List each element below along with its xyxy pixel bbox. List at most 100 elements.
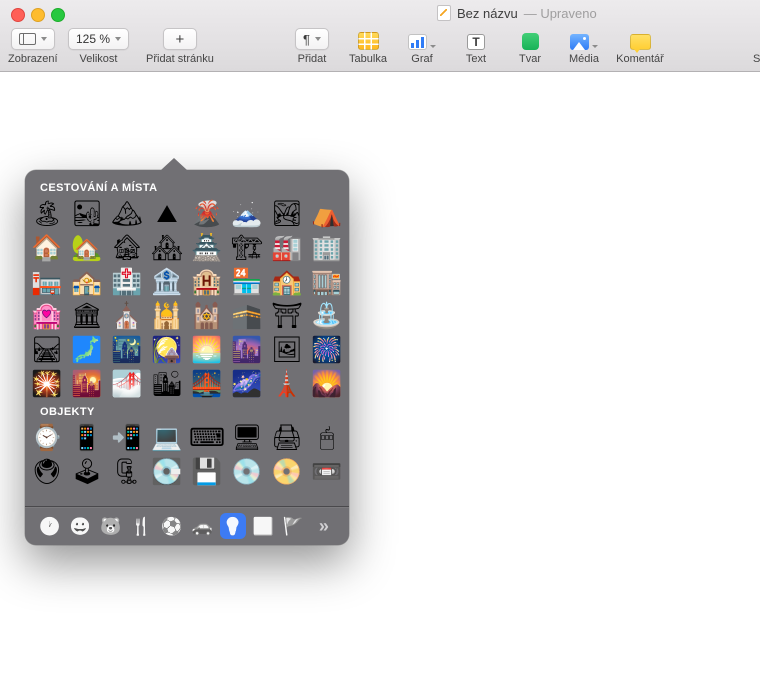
minimize-button[interactable] bbox=[31, 8, 45, 22]
emoji-cell[interactable]: 🌉 bbox=[187, 367, 227, 401]
objects-category-icon[interactable]: 💡 bbox=[220, 513, 246, 539]
emoji-cell[interactable]: 🏝 bbox=[27, 197, 67, 231]
emoji-cell[interactable]: 🏗 bbox=[227, 231, 267, 265]
emoji-cell[interactable]: 🎑 bbox=[147, 333, 187, 367]
emoji-cell[interactable]: 🖱 bbox=[307, 421, 347, 455]
emoji-cell[interactable]: 🏫 bbox=[267, 265, 307, 299]
emoji-cell[interactable]: 🗾 bbox=[67, 333, 107, 367]
recents-category-icon[interactable]: 🕐 bbox=[37, 513, 63, 539]
symbols-category-icon[interactable]: 🔣 bbox=[250, 513, 276, 539]
emoji-cell[interactable]: 🏯 bbox=[187, 231, 227, 265]
emoji-cell[interactable]: 🕌 bbox=[147, 299, 187, 333]
emoji-cell[interactable]: 🕋 bbox=[227, 299, 267, 333]
emoji-cell[interactable]: ⌚ bbox=[27, 421, 67, 455]
emoji-cell[interactable]: 🗜 bbox=[107, 455, 147, 489]
emoji-cell[interactable]: 🏢 bbox=[307, 231, 347, 265]
emoji-cell[interactable]: 📼 bbox=[307, 455, 347, 489]
emoji-cell[interactable]: 🏬 bbox=[307, 265, 347, 299]
emoji-cell[interactable]: 🏨 bbox=[187, 265, 227, 299]
emoji-cell[interactable]: 🏔 bbox=[107, 197, 147, 231]
emoji-cell[interactable]: 💻 bbox=[147, 421, 187, 455]
chart-button[interactable]: Graf bbox=[402, 28, 442, 65]
emoji-cell[interactable]: 🏭 bbox=[267, 231, 307, 265]
emoji-cell[interactable]: 🖨 bbox=[267, 421, 307, 455]
emoji-cell[interactable]: 🛤 bbox=[27, 333, 67, 367]
emoji-cell[interactable]: ⛩ bbox=[267, 299, 307, 333]
emoji-cell[interactable]: 🏦 bbox=[147, 265, 187, 299]
emoji-cell[interactable]: 🏣 bbox=[27, 265, 67, 299]
media-button[interactable]: Média bbox=[562, 28, 606, 65]
emoji-cell[interactable]: 📲 bbox=[107, 421, 147, 455]
emoji-section-title: OBJEKTY bbox=[27, 401, 347, 421]
shape-icon bbox=[522, 33, 539, 50]
smileys-glyph: 😀 bbox=[70, 518, 91, 535]
emoji-cell[interactable]: ⛰ bbox=[147, 197, 187, 231]
emoji-cell[interactable]: ⛪ bbox=[107, 299, 147, 333]
food-glyph: 🍴 bbox=[131, 518, 152, 535]
emoji-cell[interactable]: ⛲ bbox=[307, 299, 347, 333]
emoji-cell[interactable]: 🗻 bbox=[227, 197, 267, 231]
zoom-window-button[interactable] bbox=[51, 8, 65, 22]
chart-label: Graf bbox=[411, 53, 432, 65]
emoji-cell[interactable]: 🏘 bbox=[147, 231, 187, 265]
emoji-cell[interactable]: ⌨ bbox=[187, 421, 227, 455]
emoji-cell[interactable]: 🌆 bbox=[227, 333, 267, 367]
emoji-cell[interactable]: 🌋 bbox=[187, 197, 227, 231]
emoji-cell[interactable]: 🏞 bbox=[267, 197, 307, 231]
view-button[interactable]: Zobrazení bbox=[8, 28, 58, 65]
smileys-category-icon[interactable]: 😀 bbox=[67, 513, 93, 539]
emoji-cell[interactable]: 🌁 bbox=[107, 367, 147, 401]
activity-category-icon[interactable]: ⚽ bbox=[159, 513, 185, 539]
emoji-cell[interactable]: 💿 bbox=[227, 455, 267, 489]
food-category-icon[interactable]: 🍴 bbox=[128, 513, 154, 539]
emoji-cell[interactable]: 🏪 bbox=[227, 265, 267, 299]
emoji-cell[interactable]: 💽 bbox=[147, 455, 187, 489]
emoji-cell[interactable]: 🌃 bbox=[107, 333, 147, 367]
emoji-cell[interactable]: 📀 bbox=[267, 455, 307, 489]
pages-document-icon bbox=[437, 5, 451, 21]
emoji-cell[interactable]: 🏛 bbox=[67, 299, 107, 333]
comment-icon bbox=[630, 34, 651, 50]
emoji-cell[interactable]: 🖼 bbox=[267, 333, 307, 367]
table-button[interactable]: Tabulka bbox=[348, 28, 388, 65]
more-category-icon[interactable]: » bbox=[311, 513, 337, 539]
pilcrow-icon: ¶ bbox=[303, 33, 310, 46]
emoji-cell[interactable]: 🌇 bbox=[67, 367, 107, 401]
emoji-cell[interactable]: 🕹 bbox=[67, 455, 107, 489]
emoji-cell[interactable]: 🗼 bbox=[267, 367, 307, 401]
emoji-cell[interactable]: 🌅 bbox=[187, 333, 227, 367]
recents-glyph: 🕐 bbox=[39, 518, 60, 535]
insert-button[interactable]: ¶ Přidat bbox=[295, 28, 329, 65]
table-label: Tabulka bbox=[349, 53, 387, 65]
emoji-cell[interactable]: 🏠 bbox=[27, 231, 67, 265]
emoji-cell[interactable]: 🖲 bbox=[27, 455, 67, 489]
emoji-cell[interactable]: ⛺ bbox=[307, 197, 347, 231]
text-button[interactable]: T Text bbox=[456, 28, 496, 65]
emoji-cell[interactable]: 🏩 bbox=[27, 299, 67, 333]
emoji-cell[interactable]: 🏡 bbox=[67, 231, 107, 265]
add-page-label: Přidat stránku bbox=[146, 53, 214, 65]
animals-category-icon[interactable]: 🐻 bbox=[98, 513, 124, 539]
add-page-button[interactable]: + Přidat stránku bbox=[146, 28, 214, 65]
emoji-cell[interactable]: 🏙 bbox=[147, 367, 187, 401]
comment-button[interactable]: Komentář bbox=[614, 28, 666, 65]
shape-label: Tvar bbox=[519, 53, 541, 65]
emoji-cell[interactable]: 🌄 bbox=[307, 367, 347, 401]
emoji-cell[interactable]: 🏥 bbox=[107, 265, 147, 299]
emoji-cell[interactable]: 🎆 bbox=[307, 333, 347, 367]
shape-button[interactable]: Tvar bbox=[510, 28, 550, 65]
emoji-cell[interactable]: 🎇 bbox=[27, 367, 67, 401]
insert-label: Přidat bbox=[298, 53, 327, 65]
emoji-cell[interactable]: 🌌 bbox=[227, 367, 267, 401]
close-button[interactable] bbox=[11, 8, 25, 22]
zoom-button[interactable]: 125 % Velikost bbox=[68, 28, 129, 65]
emoji-cell[interactable]: 🏤 bbox=[67, 265, 107, 299]
emoji-cell[interactable]: 🖥 bbox=[227, 421, 267, 455]
emoji-cell[interactable]: 🕍 bbox=[187, 299, 227, 333]
emoji-cell[interactable]: 💾 bbox=[187, 455, 227, 489]
emoji-cell[interactable]: 📱 bbox=[67, 421, 107, 455]
emoji-cell[interactable]: 🏚 bbox=[107, 231, 147, 265]
flags-category-icon[interactable]: 🚩 bbox=[281, 513, 307, 539]
emoji-cell[interactable]: 🏜 bbox=[67, 197, 107, 231]
travel-category-icon[interactable]: 🚗 bbox=[189, 513, 215, 539]
